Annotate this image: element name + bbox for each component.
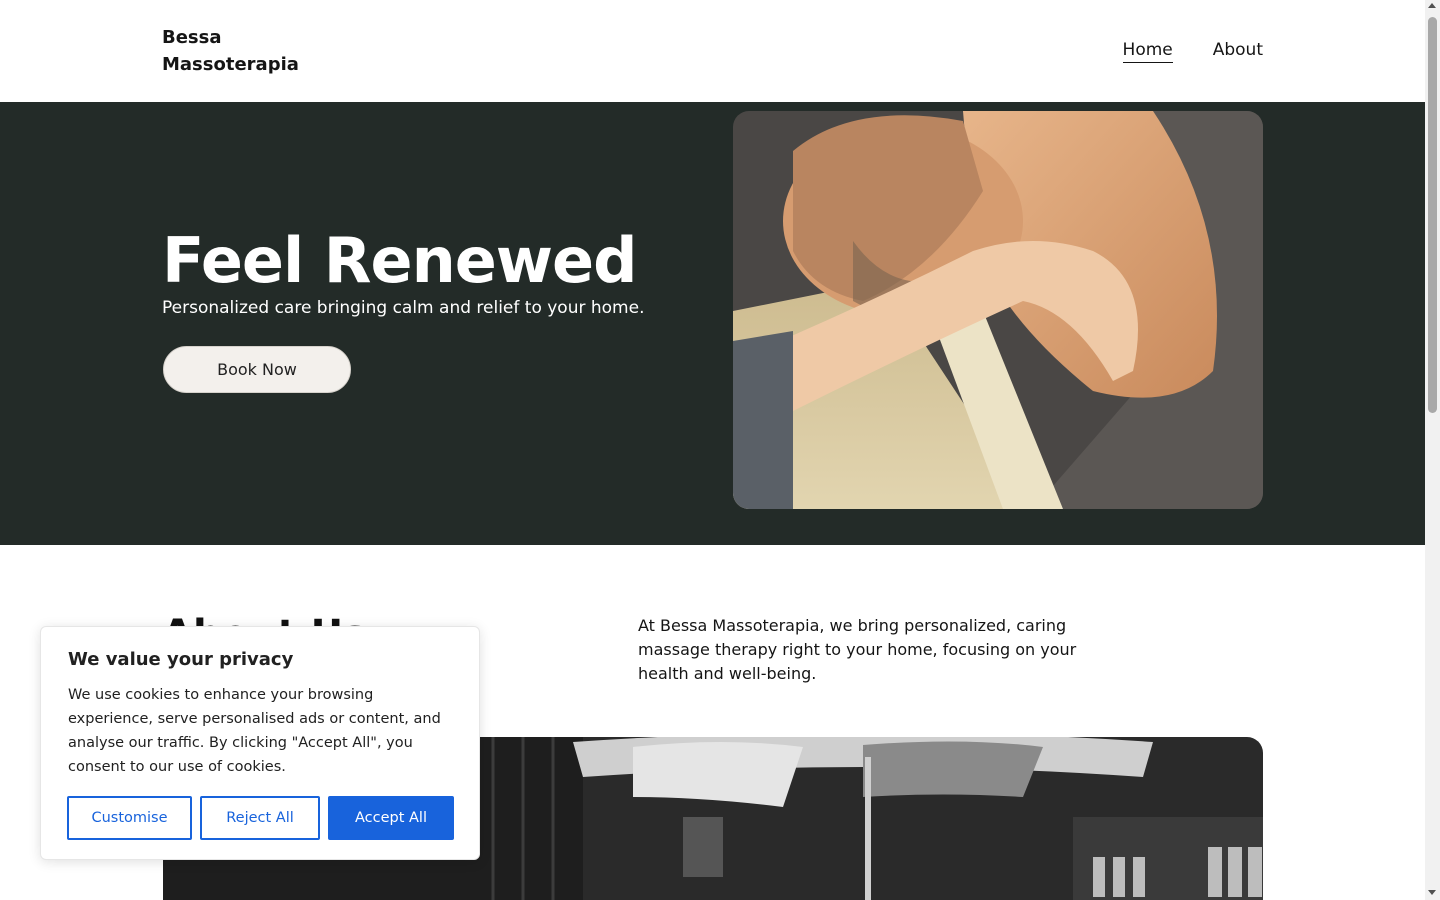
main-nav: Home About xyxy=(1122,40,1263,63)
scroll-down-arrow-icon[interactable] xyxy=(1428,890,1436,895)
massage-photo-illustration xyxy=(733,111,1263,509)
reject-all-button[interactable]: Reject All xyxy=(200,796,320,840)
site-header: Bessa Massoterapia Home About xyxy=(0,0,1425,102)
about-text: At Bessa Massoterapia, we bring personal… xyxy=(638,616,1077,683)
book-now-button[interactable]: Book Now xyxy=(163,346,351,393)
hero-title: Feel Renewed xyxy=(162,224,637,297)
site-logo[interactable]: Bessa Massoterapia xyxy=(162,24,322,78)
hero-section: Feel Renewed Personalized care bringing … xyxy=(0,102,1425,545)
accept-all-button[interactable]: Accept All xyxy=(328,796,454,840)
hero-massage-image xyxy=(733,111,1263,509)
page-scrollbar[interactable] xyxy=(1425,0,1440,900)
hero-subtitle: Personalized care bringing calm and reli… xyxy=(162,298,645,318)
customise-button[interactable]: Customise xyxy=(67,796,192,840)
nav-item-home[interactable]: Home xyxy=(1122,40,1173,63)
scroll-up-arrow-icon[interactable] xyxy=(1428,3,1436,8)
cookie-banner-title: We value your privacy xyxy=(68,649,294,670)
cookie-banner-text: We use cookies to enhance your browsing … xyxy=(68,687,441,775)
nav-item-about[interactable]: About xyxy=(1213,40,1263,63)
scrollbar-thumb[interactable] xyxy=(1428,17,1437,413)
cookie-consent-banner: We value your privacy We use cookies to … xyxy=(40,626,480,860)
